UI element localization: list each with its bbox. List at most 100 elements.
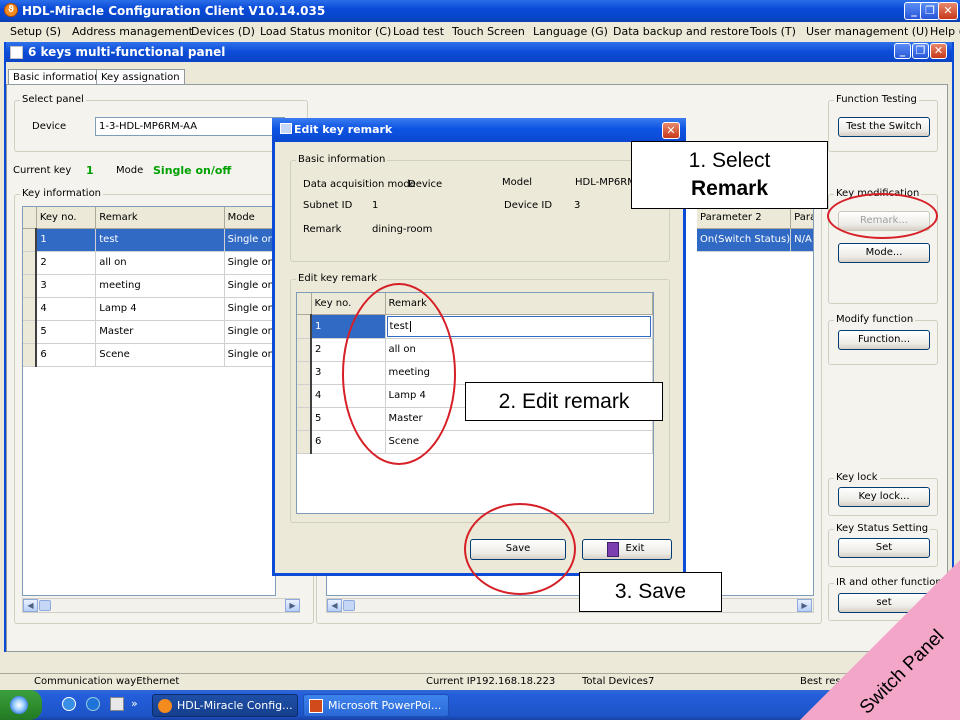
- menu-touch-screen[interactable]: Touch Screen: [452, 25, 525, 38]
- subnet-id-value: 1: [372, 200, 379, 211]
- dialog-basic-information-group: Basic information: [290, 154, 670, 262]
- dialog-close-icon[interactable]: ✕: [662, 122, 680, 139]
- scroll-left-icon[interactable]: ◀: [23, 599, 38, 612]
- model-label: Model: [502, 177, 533, 188]
- annotation-step-1-line2: Remark: [690, 177, 769, 200]
- col-parameter-2[interactable]: Parameter 2: [697, 207, 792, 229]
- switch-panel-ribbon: Switch Panel: [800, 560, 960, 720]
- menu-load-test[interactable]: Load test: [393, 25, 444, 38]
- taskbar-item-hdl-miracle[interactable]: HDL-Miracle Config...: [152, 694, 298, 717]
- menu-user-management[interactable]: User management (U): [806, 25, 928, 38]
- quicklaunch-browser-icon[interactable]: [86, 697, 100, 711]
- key-information-table: Key no. Remark Mode 1 test Single on 2 all …: [22, 206, 276, 596]
- annotation-step-1: 1. Select Remark: [631, 141, 828, 209]
- menu-devices[interactable]: Devices (D): [191, 25, 255, 38]
- exit-button[interactable]: Exit: [582, 539, 672, 560]
- annotation-step-1-line1: 1. Select: [688, 149, 771, 172]
- menu-help[interactable]: Help (: [930, 25, 960, 38]
- highlight-save-oval: [464, 503, 576, 595]
- panel-window-title: 6 keys multi-functional panel: [28, 45, 226, 59]
- app-title: HDL-Miracle Configuration Client V10.14.…: [22, 4, 326, 18]
- key-status-setting-label: Key Status Setting: [834, 523, 931, 534]
- powerpoint-icon: [309, 699, 323, 713]
- mode-value: Single on/off: [153, 164, 232, 177]
- subnet-id-label: Subnet ID: [303, 200, 353, 211]
- child-minimize-icon[interactable]: _: [894, 43, 911, 59]
- test-switch-button[interactable]: Test the Switch: [838, 117, 930, 137]
- scroll-left-icon[interactable]: ◀: [327, 599, 342, 612]
- table-row[interactable]: 5 Master Single on: [23, 320, 275, 344]
- col-parameter-3[interactable]: Parar: [790, 207, 813, 229]
- menu-setup[interactable]: Setup (S): [10, 25, 61, 38]
- status-communication: Communication wayEthernet: [34, 676, 180, 687]
- modify-function-label: Modify function: [834, 314, 916, 325]
- left-horizontal-scrollbar[interactable]: ◀ ▶: [22, 598, 300, 613]
- start-button[interactable]: [0, 690, 42, 720]
- menu-bar: Setup (S) Address management Devices (D)…: [0, 22, 960, 42]
- restore-icon[interactable]: ❐: [920, 2, 940, 20]
- key-information-label: Key information: [20, 188, 104, 199]
- acquisition-mode-value: Device: [408, 179, 443, 190]
- table-row[interactable]: 6 Scene Single on: [23, 343, 275, 367]
- remark-label: Remark: [303, 224, 342, 235]
- app-title-bar: HDL-Miracle Configuration Client V10.14.…: [0, 0, 960, 22]
- table-row[interactable]: 4 Lamp 4 Single on: [23, 297, 275, 321]
- device-id-value: 3: [574, 200, 581, 211]
- function-button[interactable]: Function...: [838, 330, 930, 350]
- table-row[interactable]: 1 test Single on: [23, 228, 275, 252]
- device-id-label: Device ID: [504, 200, 553, 211]
- child-close-icon[interactable]: ✕: [930, 43, 947, 59]
- dialog-window-icon: [280, 123, 292, 134]
- current-key-label: Current key: [13, 165, 72, 176]
- annotation-step-3: 3. Save: [579, 572, 722, 612]
- right-horizontal-scrollbar[interactable]: ◀ ▶: [326, 598, 814, 613]
- windows-logo-icon: [10, 696, 28, 714]
- menu-data-backup[interactable]: Data backup and restore: [613, 25, 749, 38]
- scroll-thumb[interactable]: [343, 600, 355, 611]
- menu-language[interactable]: Language (G): [533, 25, 608, 38]
- table-row[interactable]: 2 all on Single on: [23, 251, 275, 275]
- status-total-devices: Total Devices7: [582, 676, 655, 687]
- child-restore-icon[interactable]: ❐: [912, 43, 929, 59]
- select-panel-label: Select panel: [20, 94, 86, 105]
- scroll-right-icon[interactable]: ▶: [285, 599, 300, 612]
- scroll-thumb[interactable]: [39, 600, 51, 611]
- device-select[interactable]: 1-3-HDL-MP6RM-AA: [95, 117, 285, 136]
- exit-icon: [607, 542, 619, 557]
- quicklaunch-ie-icon[interactable]: [62, 697, 76, 711]
- function-testing-label: Function Testing: [834, 94, 919, 105]
- remark-value: dining-room: [372, 224, 433, 235]
- col-key-no[interactable]: Key no.: [36, 207, 97, 229]
- key-status-set-button[interactable]: Set: [838, 538, 930, 558]
- table-row[interactable]: 3 meeting Single on: [23, 274, 275, 298]
- col-mode[interactable]: Mode: [224, 207, 275, 229]
- key-lock-button[interactable]: Key lock...: [838, 487, 930, 507]
- table-row[interactable]: 6 Scene: [297, 430, 653, 454]
- menu-load-status-monitor[interactable]: Load Status monitor (C): [260, 25, 391, 38]
- acquisition-mode-label: Data acquisition mode: [303, 179, 416, 190]
- hdl-app-icon: [158, 699, 172, 713]
- col-remark[interactable]: Remark: [95, 207, 225, 229]
- window-icon: [10, 46, 23, 59]
- model-value: HDL-MP6RM: [575, 177, 636, 188]
- taskbar-item-powerpoint[interactable]: Microsoft PowerPoi...: [303, 694, 449, 717]
- quicklaunch-expand-icon[interactable]: »: [131, 697, 141, 711]
- menu-address-management[interactable]: Address management: [72, 25, 193, 38]
- app-logo-icon: ϑ: [4, 3, 18, 17]
- dialog-title-bar: Edit key remark: [272, 118, 686, 142]
- mode-label: Mode: [116, 165, 144, 176]
- panel-window-title-bar: 6 keys multi-functional panel: [6, 42, 952, 62]
- edit-key-remark-label: Edit key remark: [296, 273, 380, 284]
- close-icon[interactable]: ✕: [938, 2, 958, 20]
- dialog-basic-information-label: Basic information: [296, 154, 388, 165]
- device-label: Device: [32, 121, 67, 132]
- current-key-value: 1: [86, 164, 94, 177]
- quicklaunch-explorer-icon[interactable]: [110, 697, 124, 711]
- highlight-remark-column-oval: [342, 283, 456, 465]
- annotation-step-2: 2. Edit remark: [465, 382, 663, 421]
- table-row[interactable]: On(Switch Status) N/A: [697, 228, 813, 252]
- menu-tools[interactable]: Tools (T): [750, 25, 796, 38]
- highlight-remark-oval: [827, 193, 938, 239]
- mode-button[interactable]: Mode...: [838, 243, 930, 263]
- status-current-ip: Current IP192.168.18.223: [426, 676, 556, 687]
